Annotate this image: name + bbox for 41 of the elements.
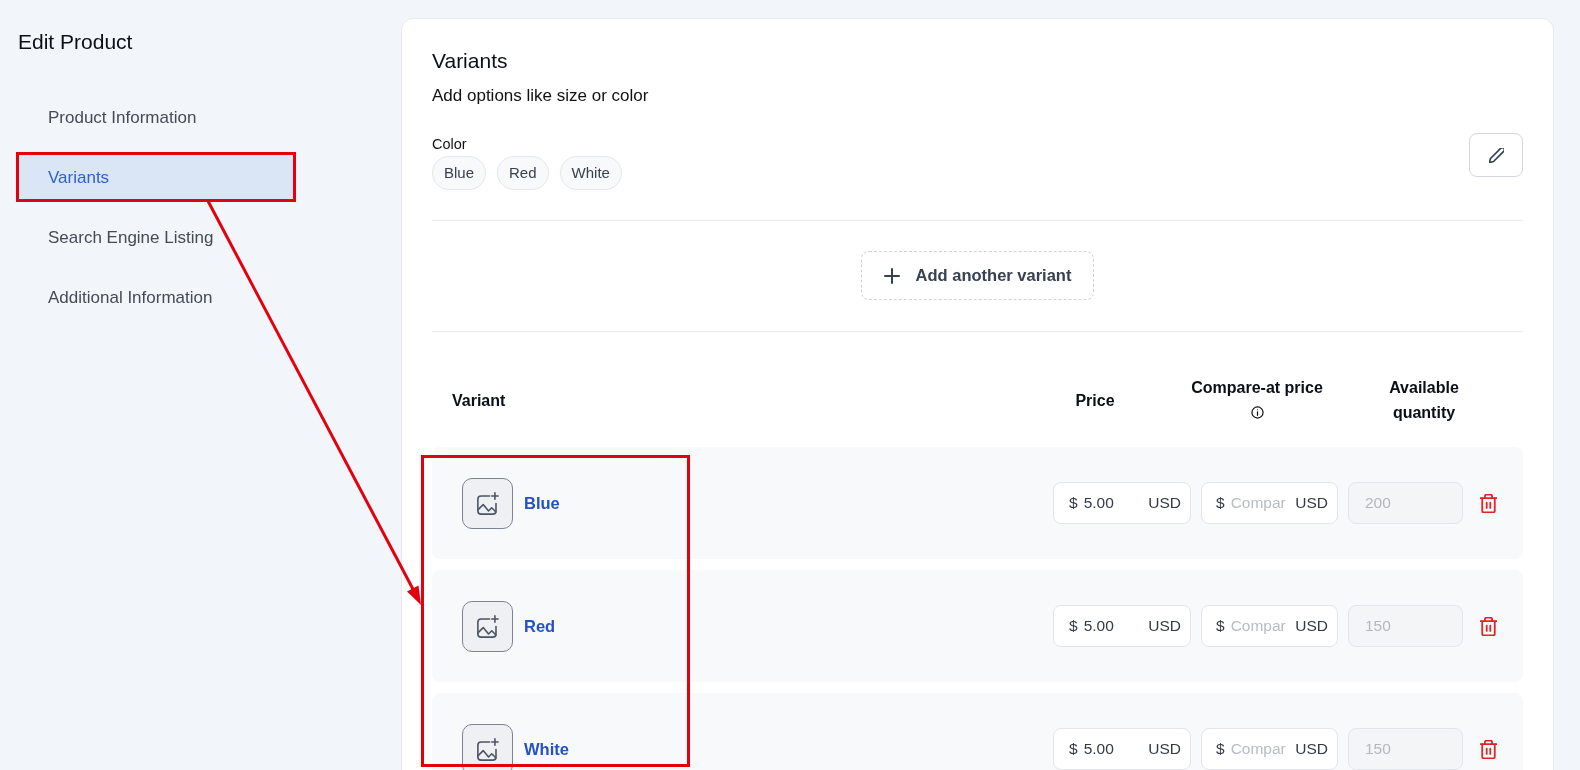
variant-name-link[interactable]: Blue — [524, 493, 560, 513]
section-title: Variants — [432, 48, 509, 74]
plus-icon — [883, 267, 900, 284]
option-value-chip: Blue — [432, 156, 487, 190]
info-icon[interactable] — [1250, 406, 1264, 419]
section-subtitle: Add options like size or color — [432, 85, 649, 107]
image-add-icon — [476, 491, 499, 515]
option-value-chip: White — [559, 156, 622, 190]
variant-name-link[interactable]: Red — [524, 616, 556, 636]
page-title: Edit Product — [18, 29, 134, 55]
compare-price-field[interactable]: $ Compar USD — [1201, 605, 1338, 647]
delete-button[interactable] — [1479, 616, 1497, 636]
price-field[interactable]: $ 5.00 USD — [1053, 728, 1191, 770]
add-variant-button[interactable]: Add another variant — [861, 251, 1094, 300]
trash-icon — [1479, 493, 1497, 513]
price-field[interactable]: $ 5.00 USD — [1053, 482, 1191, 524]
sidebar-item[interactable]: Search Engine Listing — [18, 214, 293, 262]
option-name: Color — [432, 135, 468, 154]
variant-name-link[interactable]: White — [524, 739, 569, 759]
sidebar-item[interactable]: Additional Information — [18, 274, 293, 322]
column-header: Compare-at price — [1191, 378, 1323, 398]
sidebar-item[interactable]: Variants — [18, 154, 293, 202]
delete-button[interactable] — [1479, 493, 1497, 513]
price-field[interactable]: $ 5.00 USD — [1053, 605, 1191, 647]
option-value-chip: Red — [497, 156, 549, 190]
add-image-button[interactable] — [462, 477, 513, 529]
edit-button[interactable] — [1469, 133, 1523, 177]
column-header: Available quantity — [1388, 378, 1460, 423]
add-image-button[interactable] — [462, 723, 513, 770]
compare-price-field[interactable]: $ Compar USD — [1201, 728, 1338, 770]
delete-button[interactable] — [1479, 739, 1497, 759]
pencil-icon — [1488, 147, 1504, 163]
sidebar-item[interactable]: Product Information — [18, 94, 293, 142]
column-header: Price — [1075, 390, 1115, 411]
image-add-icon — [476, 737, 499, 761]
trash-icon — [1479, 739, 1497, 759]
image-add-icon — [476, 614, 499, 638]
compare-price-field[interactable]: $ Compar USD — [1201, 482, 1338, 524]
column-header: Variant — [452, 390, 506, 411]
trash-icon — [1479, 616, 1497, 636]
add-image-button[interactable] — [462, 600, 513, 652]
